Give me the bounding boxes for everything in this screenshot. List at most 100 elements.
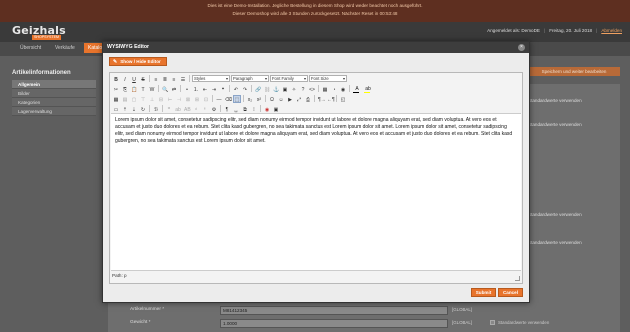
resize-handle[interactable]	[515, 276, 520, 281]
cleanup-icon[interactable]: ✧	[290, 85, 298, 93]
subscript-icon[interactable]: x₂	[246, 95, 254, 103]
sidebar-item-inventory[interactable]: Lagerverwaltung	[12, 107, 96, 116]
preview-icon[interactable]: ◉	[339, 85, 347, 93]
ltr-icon[interactable]: ¶→	[317, 95, 326, 103]
close-icon[interactable]: ×	[518, 44, 525, 51]
sku-field[interactable]: M81412345	[220, 306, 448, 315]
sidebar-item-images[interactable]: Bilder	[12, 89, 96, 98]
nav-item-overview[interactable]: Übersicht	[20, 45, 41, 51]
numbered-list-icon[interactable]: 1.	[192, 85, 200, 93]
save-and-continue-button[interactable]: Speichern und weiter bearbeiten	[528, 67, 620, 76]
strikethrough-icon[interactable]: S	[139, 75, 147, 83]
styles-select[interactable]: Styles	[192, 75, 230, 82]
html-source-icon[interactable]: <>	[308, 85, 316, 93]
row-after-icon[interactable]: ⊥	[148, 95, 156, 103]
paste-text-icon[interactable]: T	[139, 85, 147, 93]
insert-time-icon[interactable]: ◔	[330, 85, 338, 93]
cancel-button[interactable]: Cancel	[498, 288, 523, 297]
align-left-icon[interactable]: ≡	[152, 75, 160, 83]
help-icon[interactable]: ?	[299, 85, 307, 93]
nonbreaking-icon[interactable]: ␣	[232, 105, 240, 113]
sidebar-item-categories[interactable]: Kategorien	[12, 98, 96, 107]
bold-icon[interactable]: B	[112, 75, 120, 83]
show-hide-editor-button[interactable]: ✎ Show / Hide Editor	[109, 57, 167, 66]
anchor-icon[interactable]: ⚓	[272, 85, 280, 93]
merge-cells-icon[interactable]: ⊡	[202, 95, 210, 103]
paste-icon[interactable]: 📋	[130, 85, 138, 93]
fullscreen-icon[interactable]: ⤢	[295, 95, 303, 103]
font-family-select[interactable]: Font Family	[270, 75, 308, 82]
nav-item-sales[interactable]: Verkäufe	[55, 45, 75, 51]
unlink-icon[interactable]: ⛓	[263, 85, 271, 93]
attribs-icon[interactable]: ⚙	[210, 105, 218, 113]
absolute-icon[interactable]: ↻	[139, 105, 147, 113]
align-justify-icon[interactable]: ☰	[179, 75, 187, 83]
scope-label: [GLOBAL]	[452, 307, 473, 312]
visual-aid-icon[interactable]: ⬚	[233, 94, 241, 103]
widget-icon[interactable]: ◉	[263, 105, 271, 113]
insert-layer-icon[interactable]: ▭	[112, 105, 120, 113]
col-after-icon[interactable]: ⊣	[175, 95, 183, 103]
row-props-icon[interactable]: ▤	[121, 95, 129, 103]
horizontal-rule-icon[interactable]: —	[215, 95, 223, 103]
font-size-select[interactable]: Font Size	[309, 75, 347, 82]
special-char-icon[interactable]: Ω	[268, 95, 276, 103]
paragraph-select[interactable]: Paragraph	[231, 75, 269, 82]
underline-icon[interactable]: U	[130, 75, 138, 83]
split-cells-icon[interactable]: ⊞	[193, 95, 201, 103]
editor-content-area[interactable]: Lorem ipsum dolor sit amet, consetetur s…	[111, 113, 521, 271]
bullet-list-icon[interactable]: •	[183, 85, 191, 93]
link-icon[interactable]: 🔗	[254, 85, 262, 93]
visual-chars-icon[interactable]: ¶	[223, 105, 231, 113]
rtl-icon[interactable]: ←¶	[326, 95, 335, 103]
template-icon[interactable]: ⧉	[241, 105, 249, 113]
text-color-icon[interactable]: A	[352, 85, 362, 93]
weight-field[interactable]: 1.0000	[220, 319, 448, 328]
print-icon[interactable]: ⎙	[304, 95, 312, 103]
move-forward-icon[interactable]: ⇡	[121, 105, 129, 113]
find-icon[interactable]: 🔍	[161, 85, 169, 93]
submit-button[interactable]: Submit	[471, 288, 496, 297]
layer-icon[interactable]: ◱	[339, 95, 347, 103]
cite-icon[interactable]: ❞	[165, 105, 173, 113]
acronym-icon[interactable]: AB	[183, 105, 191, 113]
image-icon[interactable]: ▣	[281, 85, 289, 93]
variable-icon[interactable]: ▣	[272, 105, 280, 113]
emoticon-icon[interactable]: ☺	[277, 95, 285, 103]
delete-col-icon[interactable]: ⊠	[184, 95, 192, 103]
undo-icon[interactable]: ↶	[232, 85, 240, 93]
row-before-icon[interactable]: ⊤	[139, 95, 147, 103]
replace-icon[interactable]: ⇄	[170, 85, 178, 93]
align-center-icon[interactable]: ≣	[161, 75, 169, 83]
blockquote-icon[interactable]: ❝	[219, 85, 227, 93]
outdent-icon[interactable]: ⇤	[201, 85, 209, 93]
sidebar: Allgemein Bilder Kategorien Lagerverwalt…	[12, 80, 96, 116]
abbr-icon[interactable]: ab	[174, 105, 182, 113]
header-user-info: Angemeldet als: DemoDE | Freitag, 20. Ju…	[487, 28, 622, 33]
table-icon[interactable]: ▦	[112, 95, 120, 103]
logout-link[interactable]: Abmelden	[601, 28, 622, 33]
logo[interactable]: Geizhals SHOPSYSTEM	[12, 24, 76, 40]
styleprops-icon[interactable]: ℬ	[152, 105, 160, 113]
paste-word-icon[interactable]: W	[148, 85, 156, 93]
align-right-icon[interactable]: ≡	[170, 75, 178, 83]
superscript-icon[interactable]: x²	[255, 95, 263, 103]
del-icon[interactable]: ᵈ	[192, 105, 200, 113]
highlight-color-icon[interactable]: ab	[363, 85, 373, 93]
insert-date-icon[interactable]: ▦	[321, 85, 329, 93]
remove-format-icon[interactable]: ⌫	[224, 95, 232, 103]
col-before-icon[interactable]: ⊢	[166, 95, 174, 103]
media-icon[interactable]: ▶	[286, 95, 294, 103]
copy-icon[interactable]: ⎘	[121, 85, 129, 93]
italic-icon[interactable]: I	[121, 75, 129, 83]
page-break-icon[interactable]: ⁞	[250, 105, 258, 113]
move-backward-icon[interactable]: ⇣	[130, 105, 138, 113]
indent-icon[interactable]: ⇥	[210, 85, 218, 93]
ins-icon[interactable]: ⁱ	[201, 105, 209, 113]
delete-row-icon[interactable]: ⊟	[157, 95, 165, 103]
sidebar-item-general[interactable]: Allgemein	[12, 80, 96, 89]
use-default-checkbox[interactable]	[490, 320, 495, 325]
cell-props-icon[interactable]: ▢	[130, 95, 138, 103]
cut-icon[interactable]: ✂	[112, 85, 120, 93]
redo-icon[interactable]: ↷	[241, 85, 249, 93]
